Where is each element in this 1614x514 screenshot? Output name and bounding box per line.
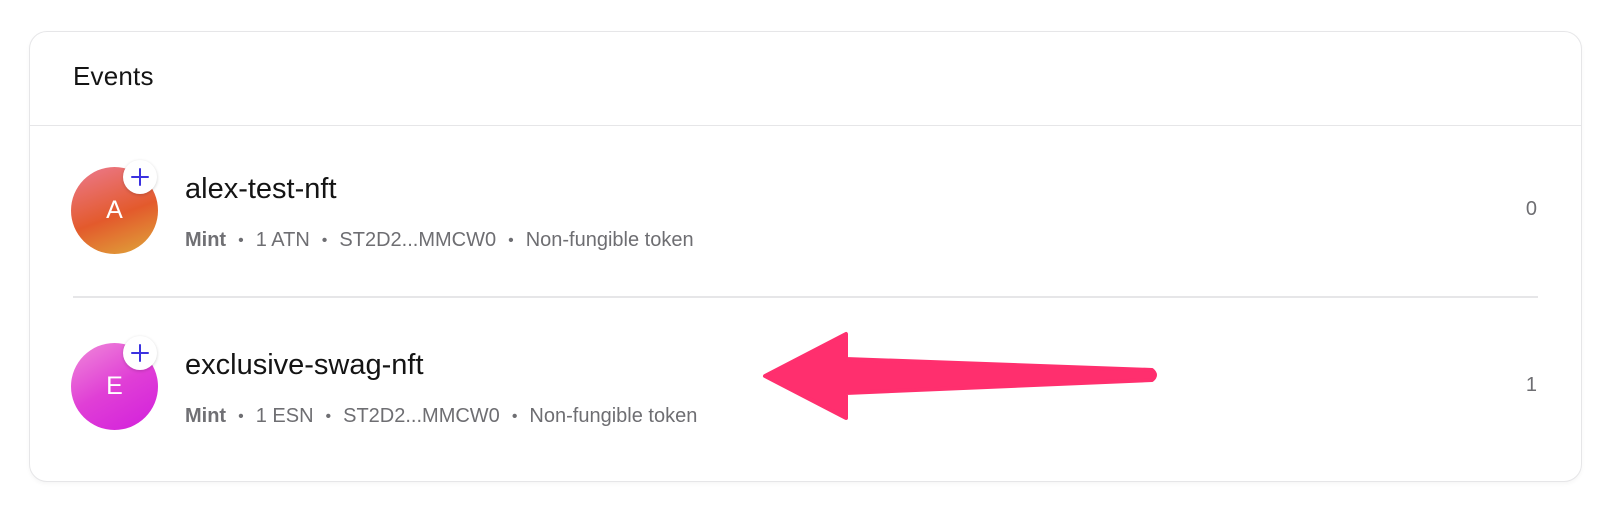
event-address[interactable]: ST2D2...MMCW0 bbox=[339, 229, 496, 252]
event-count: 1 bbox=[1525, 374, 1537, 396]
panel-title: Events bbox=[73, 61, 154, 91]
add-token-button[interactable] bbox=[123, 160, 157, 194]
event-address[interactable]: ST2D2...MMCW0 bbox=[343, 405, 500, 428]
event-type: Mint bbox=[185, 229, 227, 251]
event-count: 0 bbox=[1525, 198, 1537, 220]
event-name[interactable]: exclusive-swag-nft bbox=[185, 349, 424, 382]
separator-dot: • bbox=[321, 231, 328, 249]
event-meta: Mint • 1 ATN • ST2D2...MMCW0 • Non-fungi… bbox=[185, 229, 694, 252]
separator-dot: • bbox=[511, 407, 518, 425]
add-token-button[interactable] bbox=[123, 336, 157, 370]
avatar-letter: E bbox=[106, 372, 123, 400]
event-name[interactable]: alex-test-nft bbox=[185, 173, 337, 206]
event-amount: 1 ATN bbox=[255, 229, 310, 251]
row-divider bbox=[73, 296, 1538, 298]
event-type: Mint bbox=[185, 405, 227, 427]
event-row[interactable]: A alex-test-nft Mint • 1 ATN • ST2D2...M… bbox=[30, 126, 1581, 302]
plus-icon bbox=[131, 344, 149, 362]
events-panel: Events A alex-test-nft Mint • 1 ATN • ST… bbox=[29, 31, 1582, 482]
event-token-kind: Non-fungible token bbox=[529, 405, 698, 427]
separator-dot: • bbox=[325, 407, 332, 425]
event-token-kind: Non-fungible token bbox=[525, 229, 694, 251]
event-row[interactable]: E exclusive-swag-nft Mint • 1 ESN • ST2D… bbox=[30, 302, 1581, 478]
separator-dot: • bbox=[238, 231, 244, 249]
event-amount: 1 ESN bbox=[255, 405, 314, 427]
event-meta: Mint • 1 ESN • ST2D2...MMCW0 • Non-fungi… bbox=[185, 405, 697, 428]
events-panel-header: Events bbox=[30, 32, 1581, 126]
separator-dot: • bbox=[238, 407, 244, 425]
avatar-letter: A bbox=[106, 196, 123, 224]
separator-dot: • bbox=[508, 231, 514, 249]
plus-icon bbox=[131, 168, 149, 186]
